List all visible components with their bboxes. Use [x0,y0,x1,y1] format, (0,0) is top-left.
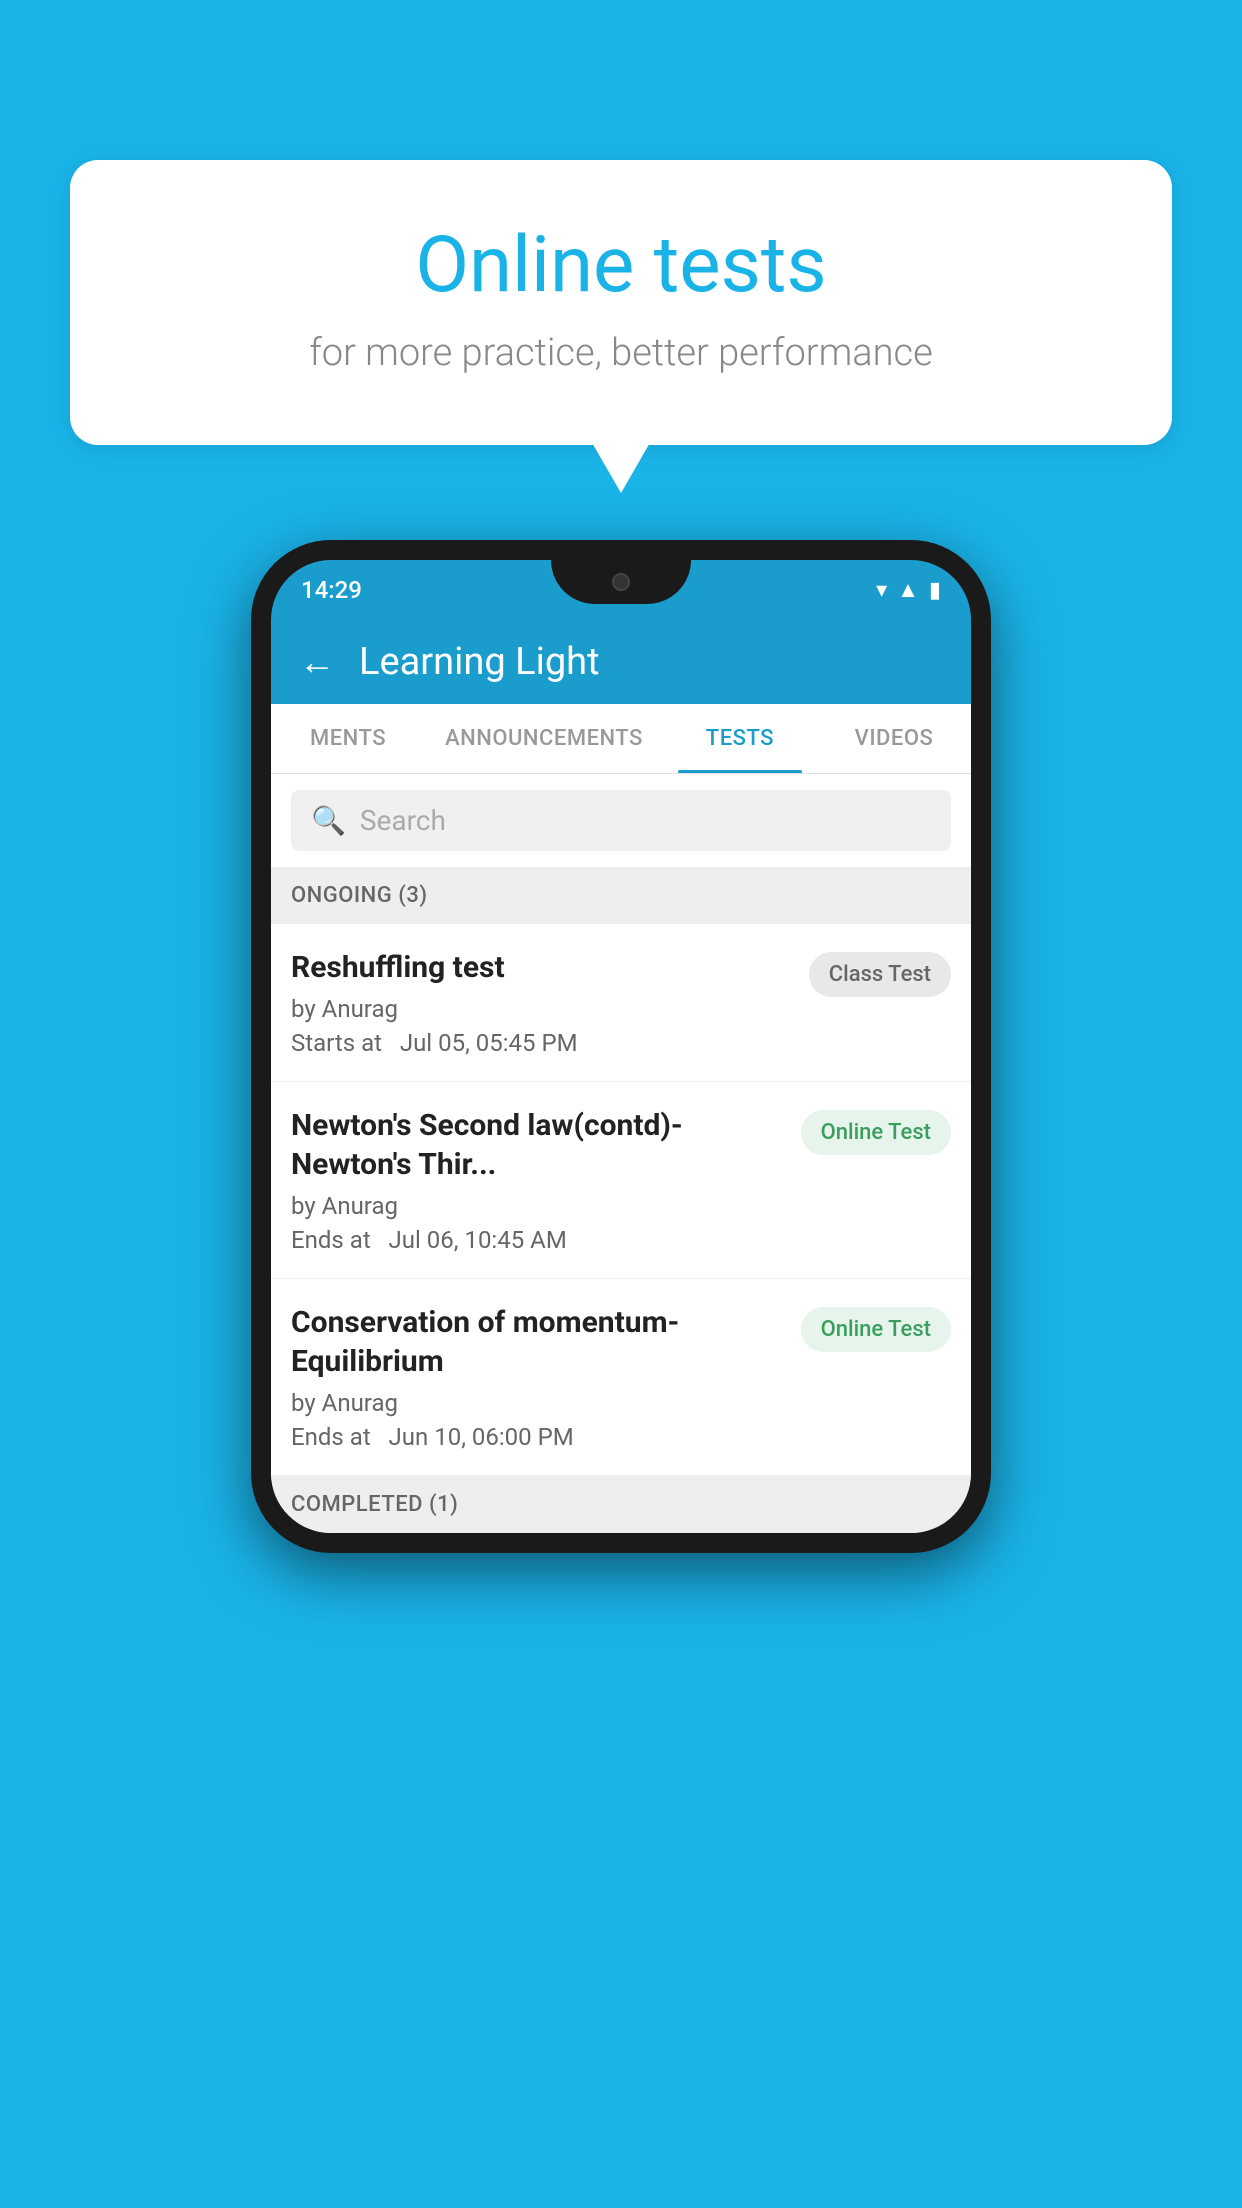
test-item-newtons[interactable]: Newton's Second law(contd)-Newton's Thir… [271,1082,971,1279]
test-time-conservation: Ends at Jun 10, 06:00 PM [291,1423,785,1451]
status-icons: ▾ ▲ ▮ [876,577,941,603]
tab-ments[interactable]: MENTS [271,704,425,773]
tab-videos[interactable]: VIDEOS [817,704,971,773]
test-name-newtons: Newton's Second law(contd)-Newton's Thir… [291,1106,785,1184]
speech-bubble: Online tests for more practice, better p… [70,160,1172,445]
test-badge-conservation: Online Test [801,1307,951,1352]
test-item-newtons-content: Newton's Second law(contd)-Newton's Thir… [291,1106,801,1254]
back-button[interactable]: ← [299,641,335,683]
camera [612,573,630,591]
app-header-title: Learning Light [359,640,600,684]
section-completed-header: COMPLETED (1) [271,1476,971,1533]
wifi-icon: ▾ [876,578,887,603]
tabs-container: MENTS ANNOUNCEMENTS TESTS VIDEOS [271,704,971,774]
test-author-reshuffling: by Anurag [291,995,793,1023]
phone-wrapper: 14:29 ▾ ▲ ▮ ← Learning Light MENTS ANNOU… [251,540,991,1553]
test-time-newtons: Ends at Jul 06, 10:45 AM [291,1226,785,1254]
status-bar: 14:29 ▾ ▲ ▮ [271,560,971,620]
battery-icon: ▮ [929,578,941,603]
test-badge-newtons: Online Test [801,1110,951,1155]
search-placeholder: Search [360,804,446,837]
tab-tests[interactable]: TESTS [663,704,817,773]
test-item-conservation[interactable]: Conservation of momentum-Equilibrium by … [271,1279,971,1476]
test-name-conservation: Conservation of momentum-Equilibrium [291,1303,785,1381]
test-name-reshuffling: Reshuffling test [291,948,793,987]
tab-announcements[interactable]: ANNOUNCEMENTS [425,704,663,773]
status-time: 14:29 [301,576,362,604]
signal-icon: ▲ [897,577,919,603]
section-ongoing-header: ONGOING (3) [271,867,971,924]
test-item-reshuffling[interactable]: Reshuffling test by Anurag Starts at Jul… [271,924,971,1082]
phone-screen: ← Learning Light MENTS ANNOUNCEMENTS TES… [271,620,971,1533]
search-container: 🔍 Search [271,774,971,867]
search-input-wrapper[interactable]: 🔍 Search [291,790,951,851]
bubble-title: Online tests [150,220,1092,311]
test-time-reshuffling: Starts at Jul 05, 05:45 PM [291,1029,793,1057]
notch-cutout [551,560,691,604]
app-header: ← Learning Light [271,620,971,704]
speech-bubble-container: Online tests for more practice, better p… [70,160,1172,445]
test-badge-reshuffling: Class Test [809,952,951,997]
search-icon: 🔍 [311,804,346,837]
phone-frame: 14:29 ▾ ▲ ▮ ← Learning Light MENTS ANNOU… [251,540,991,1553]
bubble-subtitle: for more practice, better performance [150,331,1092,375]
test-item-conservation-content: Conservation of momentum-Equilibrium by … [291,1303,801,1451]
test-author-newtons: by Anurag [291,1192,785,1220]
test-author-conservation: by Anurag [291,1389,785,1417]
test-item-reshuffling-content: Reshuffling test by Anurag Starts at Jul… [291,948,809,1057]
